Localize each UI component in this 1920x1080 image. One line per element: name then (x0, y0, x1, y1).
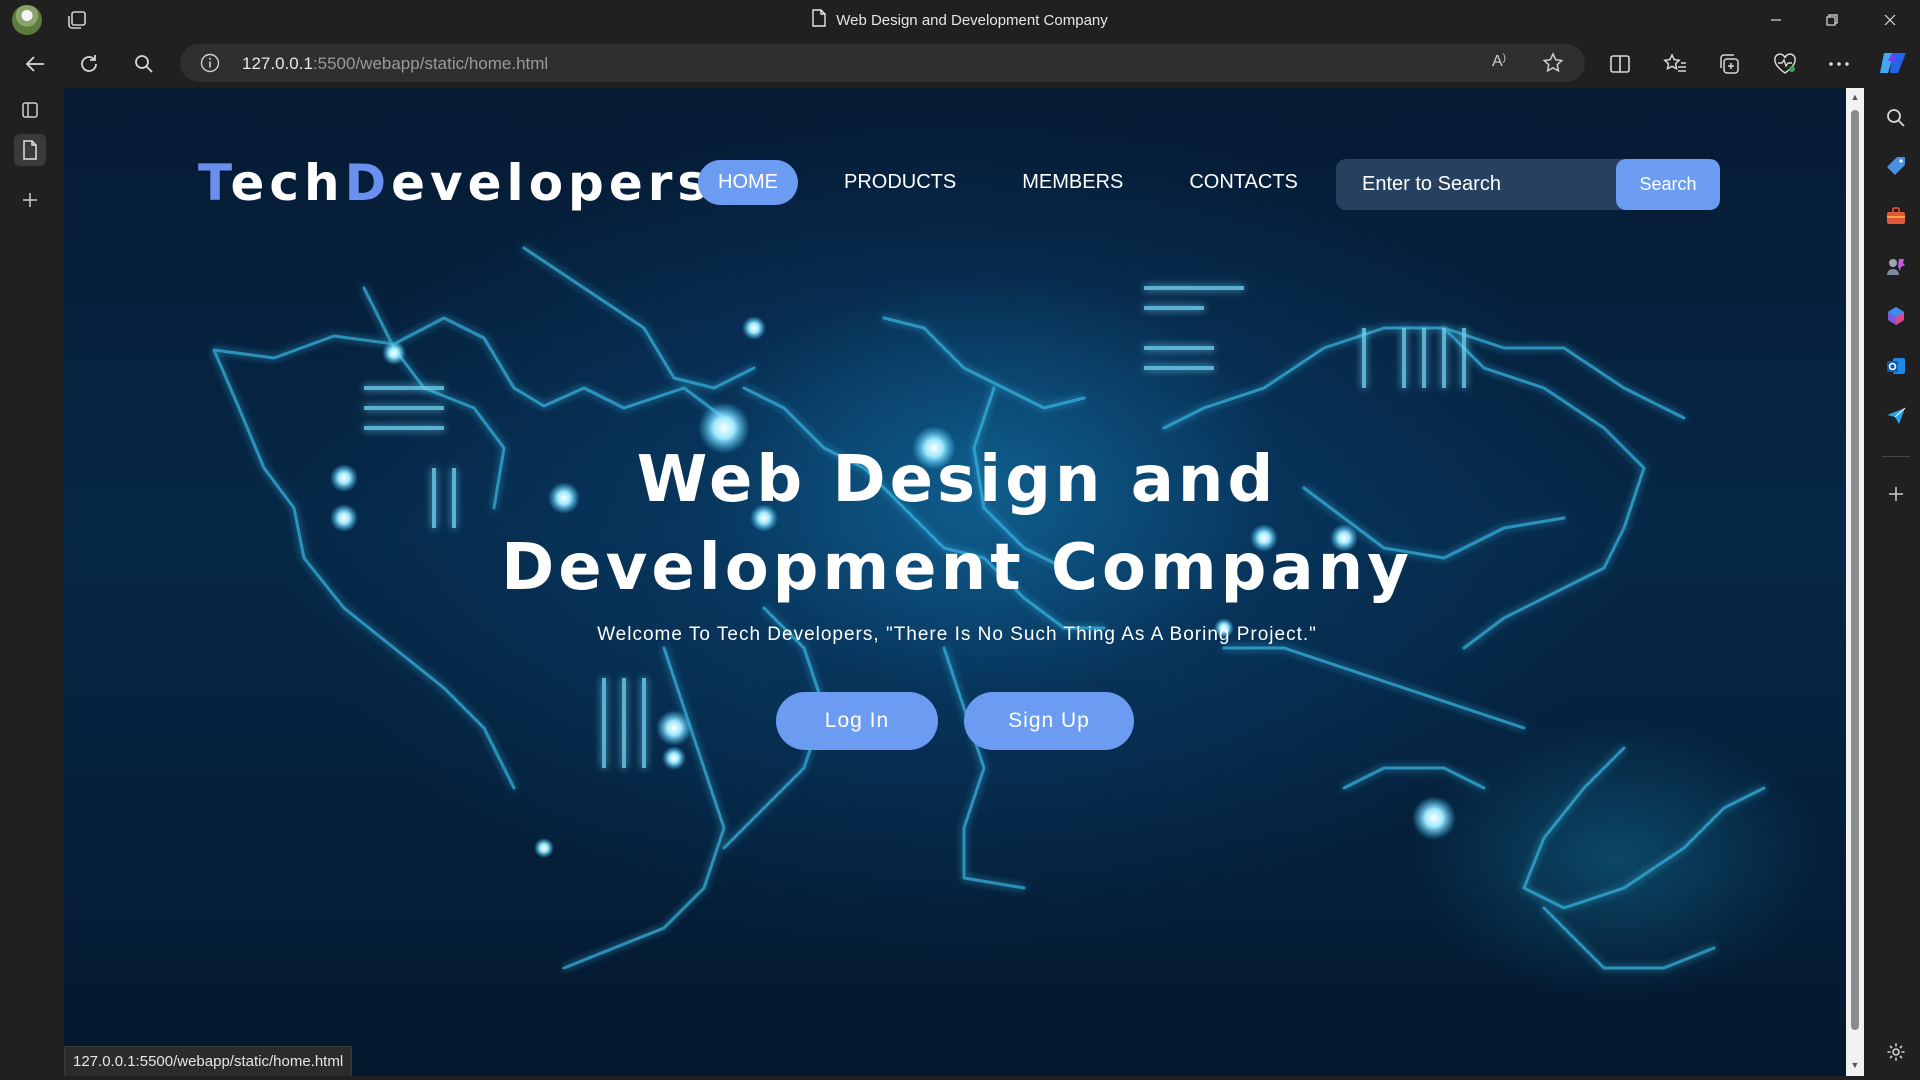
tab-strip-toggle-icon[interactable] (14, 94, 46, 126)
nav-contacts[interactable]: CONTACTS (1169, 160, 1318, 205)
more-options-icon[interactable] (1826, 52, 1852, 76)
games-icon[interactable] (1882, 252, 1910, 280)
signup-button[interactable]: Sign Up (964, 692, 1134, 750)
read-aloud-icon[interactable]: A) (1492, 53, 1516, 73)
search-icon[interactable] (131, 52, 157, 76)
new-tab-icon[interactable] (14, 184, 46, 216)
page-viewport: TechDevelopers HOME PRODUCTS MEMBERS CON… (64, 88, 1848, 1076)
login-button[interactable]: Log In (776, 692, 938, 750)
site-search: Search (1336, 159, 1720, 210)
status-url-preview: 127.0.0.1:5500/webapp/static/home.html (64, 1046, 353, 1076)
favorites-icon[interactable] (1662, 52, 1688, 76)
refresh-icon[interactable] (76, 52, 102, 76)
vertical-tab-bar (0, 88, 62, 1080)
site-logo[interactable]: TechDevelopers (198, 154, 712, 212)
back-arrow-icon[interactable] (22, 52, 48, 76)
main-nav: HOME PRODUCTS MEMBERS CONTACTS (698, 160, 1318, 205)
search-button[interactable]: Search (1616, 159, 1720, 210)
browser-essentials-icon[interactable] (1772, 52, 1798, 76)
close-button[interactable] (1868, 6, 1912, 34)
nav-members[interactable]: MEMBERS (1002, 160, 1143, 205)
tools-briefcase-icon[interactable] (1882, 202, 1910, 230)
page-icon (812, 9, 826, 31)
url-text[interactable]: 127.0.0.1:5500/webapp/static/home.html (242, 54, 548, 74)
outlook-icon[interactable] (1882, 352, 1910, 380)
site-info-icon[interactable] (200, 53, 220, 73)
tab-title: Web Design and Development Company (836, 11, 1108, 29)
shopping-tag-icon[interactable] (1882, 152, 1910, 180)
send-icon[interactable] (1882, 402, 1910, 430)
page-scrollbar[interactable]: ▲ ▼ (1846, 88, 1864, 1076)
hero-headline-line-2: Development Company (501, 531, 1413, 605)
tab-page-icon[interactable] (14, 134, 46, 166)
minimize-button[interactable] (1754, 6, 1798, 34)
sidebar-settings-gear-icon[interactable] (1882, 1038, 1910, 1066)
favorite-star-icon[interactable] (1542, 52, 1564, 74)
scroll-down-arrow-icon[interactable]: ▼ (1850, 1060, 1860, 1070)
restore-button[interactable] (1810, 6, 1854, 34)
scroll-up-arrow-icon[interactable]: ▲ (1850, 92, 1860, 102)
hero-headline: Web Design and Development Company (364, 436, 1550, 612)
add-sidebar-app-icon[interactable] (1882, 480, 1910, 508)
hero-headline-line-1: Web Design and (636, 443, 1278, 517)
microsoft-365-icon[interactable] (1882, 302, 1910, 330)
scrollbar-thumb[interactable] (1851, 110, 1859, 1030)
sidebar-divider (1882, 456, 1910, 457)
address-bar[interactable]: 127.0.0.1:5500/webapp/static/home.html A… (180, 44, 1585, 82)
browser-toolbar: 127.0.0.1:5500/webapp/static/home.html A… (0, 40, 1920, 88)
collections-icon[interactable] (1717, 52, 1743, 76)
active-tab[interactable]: Web Design and Development Company (0, 0, 1920, 40)
search-input[interactable] (1336, 159, 1616, 210)
browser-title-bar: Web Design and Development Company (0, 0, 1920, 40)
sidebar-search-icon[interactable] (1882, 104, 1910, 132)
nav-products[interactable]: PRODUCTS (824, 160, 976, 205)
copilot-icon[interactable] (1878, 49, 1908, 77)
split-screen-icon[interactable] (1607, 52, 1633, 76)
nav-home[interactable]: HOME (698, 160, 798, 205)
hero-tagline: Welcome To Tech Developers, "There Is No… (597, 624, 1317, 645)
browser-sidebar (1872, 88, 1920, 1080)
